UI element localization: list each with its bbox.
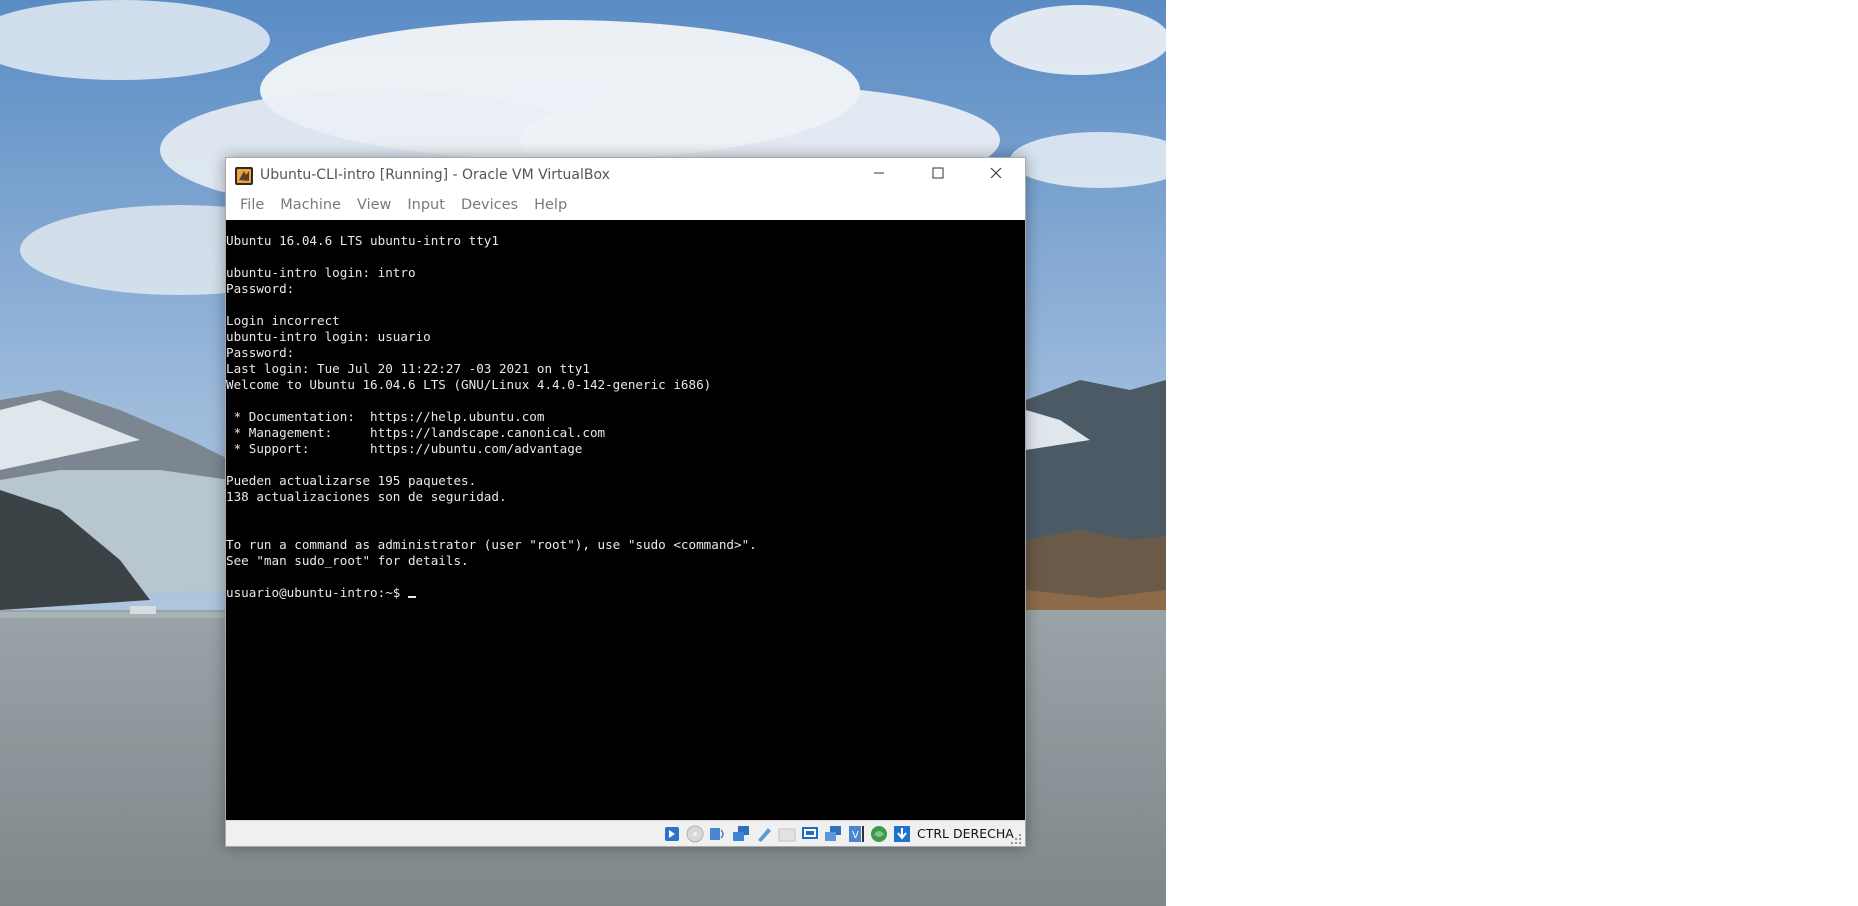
terminal-line: Welcome to Ubuntu 16.04.6 LTS (GNU/Linux…	[226, 377, 712, 392]
terminal-line: * Documentation: https://help.ubuntu.com	[226, 409, 545, 424]
terminal-line: Last login: Tue Jul 20 11:22:27 -03 2021…	[226, 361, 590, 376]
usb-icon[interactable]	[754, 824, 774, 844]
mouse-integration-icon[interactable]	[869, 824, 889, 844]
menu-devices[interactable]: Devices	[453, 191, 526, 220]
virtualbox-window: Ubuntu-CLI-intro [Running] - Oracle VM V…	[225, 157, 1026, 847]
resize-grip-icon[interactable]	[1011, 832, 1022, 844]
terminal-line: Login incorrect	[226, 313, 340, 328]
minimize-icon	[873, 166, 885, 184]
host-key-label[interactable]: CTRL DERECHA	[917, 826, 1014, 841]
display-icon[interactable]	[800, 824, 820, 844]
keyboard-capture-icon[interactable]	[892, 824, 912, 844]
shell-prompt: usuario@ubuntu-intro:~$	[226, 585, 408, 600]
virtualbox-icon	[235, 167, 253, 185]
virtualization-icon[interactable]: V	[846, 824, 866, 844]
audio-icon[interactable]	[708, 824, 728, 844]
menu-input[interactable]: Input	[399, 191, 453, 220]
terminal-line: 138 actualizaciones son de seguridad.	[226, 489, 507, 504]
terminal-line: * Support: https://ubuntu.com/advantage	[226, 441, 583, 456]
window-title: Ubuntu-CLI-intro [Running] - Oracle VM V…	[260, 167, 610, 183]
terminal-line: Password:	[226, 345, 295, 360]
menu-bar: File Machine View Input Devices Help	[226, 191, 1025, 220]
terminal-line: Pueden actualizarse 195 paquetes.	[226, 473, 477, 488]
menu-help[interactable]: Help	[526, 191, 575, 220]
terminal-line: Ubuntu 16.04.6 LTS ubuntu-intro tty1	[226, 233, 499, 248]
terminal-line: See "man sudo_root" for details.	[226, 553, 469, 568]
terminal-line: To run a command as administrator (user …	[226, 537, 757, 552]
device-status-icons: V	[662, 824, 912, 844]
menu-machine[interactable]: Machine	[272, 191, 349, 220]
terminal-line: Password:	[226, 281, 295, 296]
minimize-button[interactable]	[850, 158, 908, 191]
menu-view[interactable]: View	[349, 191, 399, 220]
text-cursor	[407, 596, 416, 598]
title-bar[interactable]: Ubuntu-CLI-intro [Running] - Oracle VM V…	[226, 158, 1025, 191]
close-button[interactable]	[967, 158, 1025, 191]
maximize-icon	[932, 166, 944, 184]
shared-folders-icon[interactable]	[777, 824, 797, 844]
video-capture-icon[interactable]	[823, 824, 843, 844]
status-bar: V CTRL DERECHA	[226, 820, 1025, 846]
svg-text:V: V	[852, 830, 859, 841]
vm-console-screen[interactable]: Ubuntu 16.04.6 LTS ubuntu-intro tty1 ubu…	[226, 220, 1025, 820]
shell-prompt-line[interactable]: usuario@ubuntu-intro:~$	[226, 585, 1025, 601]
close-icon	[990, 166, 1002, 184]
hard-disk-icon[interactable]	[662, 824, 682, 844]
network-icon[interactable]	[731, 824, 751, 844]
maximize-button[interactable]	[909, 158, 967, 191]
menu-file[interactable]: File	[232, 191, 272, 220]
terminal-line: ubuntu-intro login: intro	[226, 265, 416, 280]
terminal-line: ubuntu-intro login: usuario	[226, 329, 431, 344]
terminal-line: * Management: https://landscape.canonica…	[226, 425, 606, 440]
optical-disk-icon[interactable]	[685, 824, 705, 844]
